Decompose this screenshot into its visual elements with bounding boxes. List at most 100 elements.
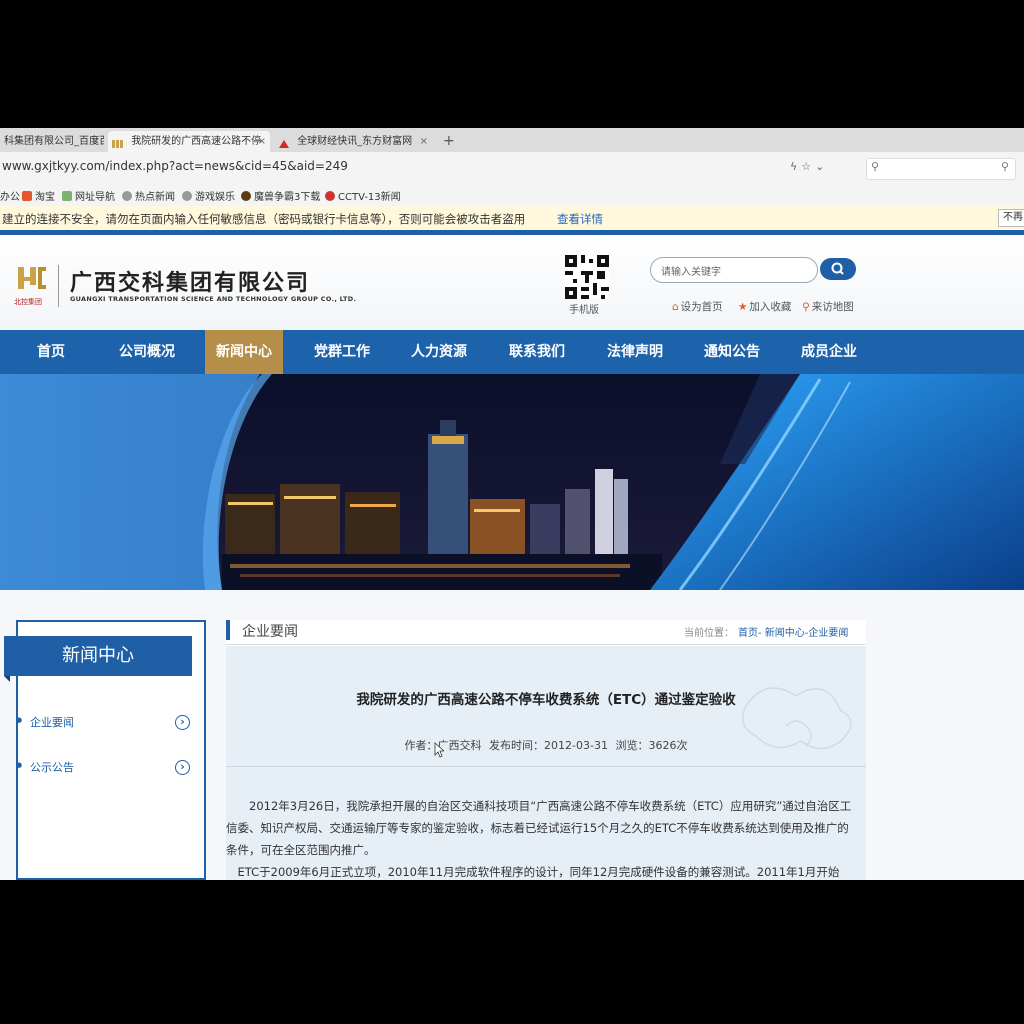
browser-search-input[interactable]: ⚲ ⚲ [866,158,1016,180]
globe-icon [182,191,192,201]
breadcrumb: 当前位置： 首页- 新闻中心-企业要闻 [684,624,848,639]
toplink-label: 设为首页 [680,301,723,313]
mouse-cursor-icon [434,742,444,758]
tab-current[interactable]: 我院研发的广西高速公路不停 × [108,131,270,152]
article-title: 我院研发的广西高速公路不停车收费系统（ETC）通过鉴定验收 [356,692,736,708]
mobile-version-label[interactable]: 手机版 [569,301,599,316]
chevron-right-icon[interactable]: › [175,715,190,730]
set-homepage-link[interactable]: ⌂ 设为首页 [672,299,723,314]
breadcrumb-label: 当前位置： [684,628,734,639]
star-icon[interactable]: ☆ [801,160,815,173]
site-search-input[interactable]: 请输入关键字 [650,257,818,283]
security-warning-bar: 建立的连接不安全，请勿在页面内输入任何敏感信息（密码或银行卡信息等），否则可能会… [0,206,1024,231]
bookmark-item[interactable]: CCTV-13新闻 [325,188,401,203]
sidebar-item-public-notices[interactable]: 公示公告 [16,759,74,775]
warcraft-icon [241,191,251,201]
chevron-down-icon[interactable]: ⌄ [815,160,828,173]
tab-title: 我院研发的广西高速公路不停 [131,136,262,147]
bookmark-label: 魔兽争霸3下载 [254,192,321,203]
globe-icon [122,191,132,201]
star-icon: ★ [738,301,748,313]
nav-party-work[interactable]: 党群工作 [303,330,381,374]
bookmark-item[interactable]: 游戏娱乐 [182,188,235,203]
qr-code-icon [565,255,609,299]
bookmark-label: 网址导航 [75,192,115,203]
eastmoney-favicon-icon [278,136,290,148]
new-tab-button[interactable]: + [443,131,455,151]
toplink-label: 来访地图 [811,301,854,313]
article-meta: 作者：广西交科 发布时间：2012-03-31 浏览：3626次 [226,737,866,753]
lightning-icon[interactable]: ϟ [790,160,801,173]
toplink-label: 加入收藏 [749,301,792,313]
breadcrumb-path[interactable]: 首页- 新闻中心-企业要闻 [738,628,848,639]
sidebar-item-company-news[interactable]: 企业要闻 [16,714,74,730]
view-details-link[interactable]: 查看详情 [557,211,603,227]
logo-divider [58,265,59,307]
site-favicon-icon [112,136,124,148]
nav-notices[interactable]: 通知公告 [693,330,771,374]
section-marker [226,620,230,640]
logo-subtext: 北控集团 [14,298,42,306]
nav-news-center[interactable]: 新闻中心 [205,330,283,374]
bookmark-item[interactable]: 魔兽争霸3下载 [241,188,320,203]
bookmark-label: 游戏娱乐 [195,192,235,203]
tab-eastmoney[interactable]: 全球财经快讯_东方财富网 × [274,131,432,152]
sidebar-title: 新闻中心 [4,636,192,682]
bookmark-label: 热点新闻 [135,192,175,203]
city-night-banner [0,374,1024,590]
article-panel: 我院研发的广西高速公路不停车收费系统（ETC）通过鉴定验收 作者：广西交科 发布… [226,646,866,880]
bookmark-label: 办公 [0,192,20,203]
bookmarks-bar: 办公 淘宝 网址导航 热点新闻 游戏娱乐 魔兽争霸3下载 CCTV-13新闻 [0,184,1024,207]
bookmark-item[interactable]: 网址导航 [62,188,115,203]
dismiss-warning-button[interactable]: 不再 [998,209,1024,227]
article-published: 发布时间：2012-03-31 [489,739,608,752]
security-warning-text: 建立的连接不安全，请勿在页面内输入任何敏感信息（密码或银行卡信息等），否则可能会… [2,212,526,226]
web-page: 北控集团 广西交科集团有限公司 GUANGXI TRANSPORTATION S… [0,230,1024,880]
divider [226,644,866,645]
address-tools: ϟ☆⌄ [790,160,828,173]
company-name-english: GUANGXI TRANSPORTATION SCIENCE AND TECHN… [70,295,357,303]
close-icon[interactable]: × [92,131,100,152]
article-views: 浏览：3626次 [615,739,688,752]
company-name[interactable]: 广西交科集团有限公司 [70,265,310,297]
home-icon: ⌂ [672,301,679,313]
tab-baidu[interactable]: 科集团有限公司_百度百 × [0,131,104,152]
close-icon[interactable]: × [420,131,428,152]
article-divider [226,766,866,767]
close-icon[interactable]: × [258,131,266,152]
tab-title: 全球财经快讯_东方财富网 [297,136,413,147]
bookmark-label: 淘宝 [35,192,55,203]
nav-home[interactable]: 首页 [12,330,90,374]
bookmark-label: CCTV-13新闻 [338,192,401,203]
nav-legal-statement[interactable]: 法律声明 [596,330,674,374]
bookmark-item[interactable]: 淘宝 [22,188,55,203]
browser-window: 科集团有限公司_百度百 × 我院研发的广西高速公路不停 × 全球财经快讯_东方财… [0,128,1024,880]
home-icon [62,191,72,201]
search-icon[interactable]: ⚲ [1001,160,1009,173]
cctv-icon [325,191,335,201]
nav-company-overview[interactable]: 公司概况 [108,330,186,374]
site-search-button[interactable] [820,258,856,280]
search-icon [831,262,844,275]
tab-title: 科集团有限公司_百度百 [4,136,104,147]
add-favorite-link[interactable]: ★ 加入收藏 [738,299,791,314]
nav-human-resources[interactable]: 人力资源 [400,330,478,374]
bookmark-item[interactable]: 办公 [0,188,20,203]
tab-strip: 科集团有限公司_百度百 × 我院研发的广西高速公路不停 × 全球财经快讯_东方财… [0,128,1024,152]
article-paragraph: 2012年3月26日，我院承担开展的自治区交通科技项目“广西高速公路不停车收费系… [226,799,852,857]
nav-contact-us[interactable]: 联系我们 [498,330,576,374]
url-field[interactable]: www.gxjtkyy.com/index.php?act=news&cid=4… [2,159,348,173]
bookmark-item[interactable]: 热点新闻 [122,188,175,203]
visit-map-link[interactable]: ⚲ 来访地图 [802,299,854,314]
main-nav: 首页 公司概况 新闻中心 党群工作 人力资源 联系我们 法律声明 通知公告 成员… [0,330,1024,374]
taobao-icon [22,191,32,201]
article-paragraph: ETC于2009年6月正式立项，2010年11月完成软件程序的设计，同年12月完… [237,865,840,879]
section-title: 企业要闻 [242,624,298,640]
site-header: 北控集团 广西交科集团有限公司 GUANGXI TRANSPORTATION S… [0,235,1024,330]
chevron-right-icon[interactable]: › [175,760,190,775]
search-placeholder: 请输入关键字 [661,267,721,278]
article-area: 企业要闻 当前位置： 首页- 新闻中心-企业要闻 我院研发的广西高速公路不停车收费… [226,620,866,880]
address-bar: www.gxjtkyy.com/index.php?act=news&cid=4… [0,152,1024,185]
map-pin-icon: ⚲ [802,301,810,313]
nav-member-companies[interactable]: 成员企业 [790,330,868,374]
